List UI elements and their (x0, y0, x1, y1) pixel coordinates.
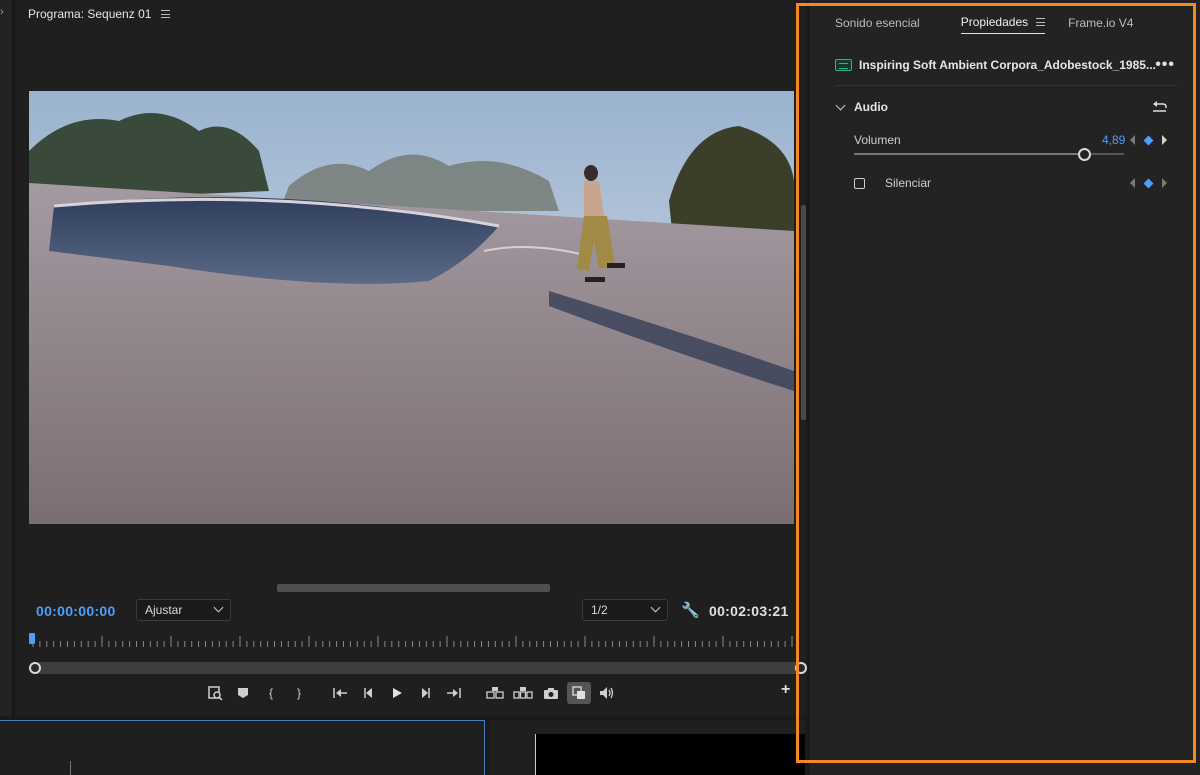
previous-keyframe-icon[interactable] (1130, 135, 1135, 145)
wrench-settings-icon[interactable]: 🔧 (681, 601, 700, 619)
chevron-right-icon[interactable]: › (0, 6, 4, 18)
timeline-panel (0, 720, 485, 775)
more-options-icon[interactable]: ••• (1155, 56, 1175, 74)
add-button-icon[interactable]: + (781, 681, 790, 699)
marker-icon[interactable] (229, 682, 257, 704)
selected-clip: Inspiring Soft Ambient Corpora_Adobestoc… (835, 56, 1175, 74)
volume-control: Volumen 4,89 (854, 133, 1180, 163)
go-to-in-icon[interactable] (327, 682, 355, 704)
step-forward-icon[interactable] (411, 682, 439, 704)
comparison-view-icon[interactable] (567, 682, 591, 704)
zoom-handle-left[interactable] (29, 662, 41, 674)
extract-icon[interactable] (509, 682, 537, 704)
tab-essential-sound[interactable]: Sonido esencial (835, 16, 920, 34)
horizontal-scrollbar[interactable] (277, 584, 550, 592)
zoom-level-value: Ajustar (145, 603, 183, 617)
program-monitor: Programa: Sequenz 01 00:00:00:00 Ajustar… (16, 0, 807, 716)
zoom-scrollbar[interactable] (29, 662, 807, 674)
monitor-header: Programa: Sequenz 01 (28, 7, 171, 21)
mute-control: Silenciar (854, 176, 1180, 190)
volume-icon[interactable] (593, 682, 621, 704)
skatepark-frame-image (29, 91, 794, 524)
divider (835, 85, 1177, 86)
step-back-icon[interactable] (355, 682, 383, 704)
playback-resolution-value: 1/2 (591, 603, 608, 617)
panel-menu-icon[interactable] (1036, 18, 1046, 26)
mute-checkbox[interactable] (854, 177, 865, 189)
transport-controls: { } (201, 682, 621, 704)
volume-label: Volumen (854, 133, 901, 147)
volume-slider-fill (854, 153, 1084, 155)
left-panel-strip: › (0, 0, 13, 716)
zoom-handle-right[interactable] (795, 662, 807, 674)
panel-menu-icon[interactable] (161, 10, 171, 18)
camera-icon[interactable] (537, 682, 565, 704)
playhead[interactable] (29, 633, 35, 644)
meter-display (535, 734, 805, 775)
timeline-marker-tick (70, 761, 71, 775)
go-to-out-icon[interactable] (439, 682, 467, 704)
duration-timecode: 00:02:03:21 (709, 603, 789, 619)
audio-section-header[interactable]: Audio (835, 99, 1167, 115)
lift-icon[interactable] (481, 682, 509, 704)
tab-frameio[interactable]: Frame.io V4 (1068, 16, 1133, 34)
clip-name: Inspiring Soft Ambient Corpora_Adobestoc… (859, 58, 1156, 72)
monitor-title: Programa: Sequenz 01 (28, 7, 152, 21)
volume-slider-thumb[interactable] (1078, 148, 1091, 161)
chevron-down-icon (213, 602, 224, 613)
add-keyframe-icon[interactable] (1143, 135, 1154, 145)
current-timecode[interactable]: 00:00:00:00 (36, 603, 116, 619)
audio-meter-panel (489, 720, 805, 775)
reset-icon[interactable] (1152, 99, 1167, 115)
vertical-scrollbar[interactable] (801, 205, 806, 420)
previous-keyframe-icon[interactable] (1130, 178, 1135, 188)
playback-resolution-select[interactable]: 1/2 (582, 599, 668, 621)
chevron-down-icon[interactable] (835, 100, 846, 111)
play-icon[interactable] (383, 682, 411, 704)
volume-value[interactable]: 4,89 (1102, 133, 1125, 147)
panel-tabs: Sonido esencial Propiedades Frame.io V4 (835, 15, 1174, 34)
tab-properties-label: Propiedades (960, 15, 1029, 29)
chevron-down-icon (650, 602, 661, 613)
properties-panel: Sonido esencial Propiedades Frame.io V4 … (810, 0, 1200, 775)
mark-out-icon[interactable]: } (285, 682, 313, 704)
volume-keyframe-controls (1130, 135, 1167, 145)
zoom-level-select[interactable]: Ajustar (136, 599, 231, 621)
mark-in-icon[interactable]: { (257, 682, 285, 704)
time-ruler[interactable] (29, 634, 794, 648)
section-title: Audio (854, 100, 888, 114)
add-keyframe-icon[interactable] (1143, 178, 1154, 188)
next-keyframe-icon[interactable] (1162, 178, 1167, 188)
mute-keyframe-controls (1130, 178, 1167, 188)
tab-properties[interactable]: Propiedades (960, 15, 1046, 34)
video-preview[interactable] (29, 91, 794, 524)
export-frame-search-icon[interactable] (201, 682, 229, 704)
audio-clip-icon (835, 59, 852, 71)
next-keyframe-icon[interactable] (1162, 135, 1167, 145)
mute-label: Silenciar (885, 176, 932, 190)
